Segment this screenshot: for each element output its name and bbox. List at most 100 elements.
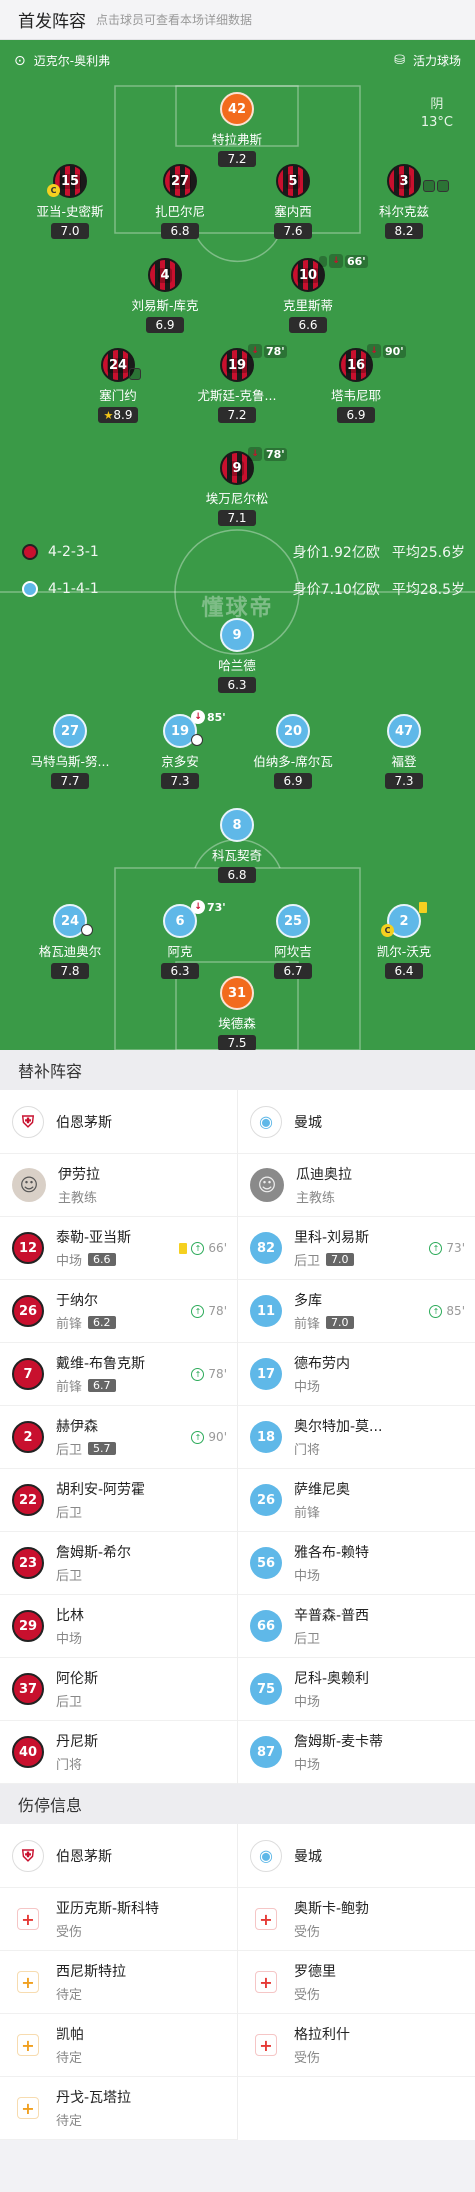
injury-row[interactable]: + 凯帕 待定 xyxy=(0,2014,237,2077)
sub-row[interactable]: 23 詹姆斯-希尔 后卫 xyxy=(0,1532,237,1595)
sub-row[interactable]: 87 詹姆斯-麦卡蒂 中场 xyxy=(238,1721,475,1784)
sub-name: 詹姆斯-麦卡蒂 xyxy=(294,1734,384,1750)
shirt-icon: 56 xyxy=(250,1547,282,1579)
shirt-icon: 42 xyxy=(220,92,254,126)
injury-row[interactable]: + 格拉利什 受伤 xyxy=(238,2014,475,2077)
team-header-away[interactable]: ◉ 曼城 xyxy=(238,1090,475,1154)
injury-status: 受伤 xyxy=(294,1988,321,2003)
player-away[interactable]: 24 格瓦迪奥尔 7.8 xyxy=(10,904,130,979)
injury-row[interactable]: + 罗德里 受伤 xyxy=(238,1951,475,2014)
team-name: 伯恩茅斯 xyxy=(56,1848,112,1865)
sub-row[interactable]: 26 于纳尔 前锋 6.2 ↑ 78' xyxy=(0,1280,237,1343)
sub-row[interactable]: 40 丹尼斯 门将 xyxy=(0,1721,237,1784)
sub-position: 前锋 xyxy=(56,1317,83,1332)
player-name: 刘易斯-库克 xyxy=(131,298,199,313)
player-home[interactable]: 24 塞门约 ★8.9 xyxy=(58,348,178,423)
coach-row[interactable]: ☺ 瓜迪奥拉 主教练 xyxy=(238,1154,475,1217)
injury-row[interactable]: + 亚历克斯-斯科特 受伤 xyxy=(0,1888,237,1951)
player-name: 格瓦迪奥尔 xyxy=(38,944,102,959)
shirt-icon: 17 xyxy=(250,1358,282,1390)
player-home[interactable]: 9 ↓ 78' 埃万尼尔松 7.1 xyxy=(177,447,297,526)
referee-name: 迈克尔-奥利弗 xyxy=(33,54,111,68)
sub-row[interactable]: 29 比林 中场 xyxy=(0,1595,237,1658)
sub-time: 73' xyxy=(207,900,226,914)
sub-off-icon: ↓ xyxy=(329,254,343,268)
player-rating: 7.3 xyxy=(161,773,199,789)
player-away[interactable]: 2 C 凯尔-沃克 6.4 xyxy=(344,902,464,979)
injury-row[interactable]: + 西尼斯特拉 待定 xyxy=(0,1951,237,2014)
sub-time: 78' xyxy=(264,344,287,358)
player-home[interactable]: 3 科尔克兹 8.2 xyxy=(344,164,464,239)
sub-row[interactable]: 75 尼科-奥赖利 中场 xyxy=(238,1658,475,1721)
player-away[interactable]: 19 ↓ 85' 京多安 7.3 xyxy=(120,710,240,789)
sub-position: 中场 xyxy=(294,1380,321,1395)
player-home[interactable]: 4 刘易斯-库克 6.9 xyxy=(105,258,225,333)
sub-row[interactable]: 82 里科-刘易斯 后卫 7.0 ↑ 73' xyxy=(238,1217,475,1280)
sub-row[interactable]: 22 胡利安-阿劳霍 后卫 xyxy=(0,1469,237,1532)
player-away-gk[interactable]: 31 埃德森 7.5 xyxy=(177,976,297,1050)
team-header-home[interactable]: ⛨ 伯恩茅斯 xyxy=(0,1090,237,1154)
sub-row[interactable]: 66 辛普森-普西 后卫 xyxy=(238,1595,475,1658)
player-home[interactable]: 10 ↓ 66' 克里斯蒂 6.6 xyxy=(248,254,368,333)
sub-row[interactable]: 2 赫伊森 后卫 5.7 ↑ 90' xyxy=(0,1406,237,1469)
sub-row[interactable]: 11 多库 前锋 7.0 ↑ 85' xyxy=(238,1280,475,1343)
injury-status: 待定 xyxy=(56,2051,83,2066)
player-away[interactable]: 20 伯纳多-席尔瓦 6.9 xyxy=(233,714,353,789)
team-header-away[interactable]: ◉ 曼城 xyxy=(238,1824,475,1888)
player-away[interactable]: 9 哈兰德 6.3 xyxy=(177,618,297,693)
sub-time: 73' xyxy=(446,1241,465,1255)
sub-row[interactable]: 18 奥尔特加-莫... 门将 xyxy=(238,1406,475,1469)
shirt-icon: 4 xyxy=(148,258,182,292)
player-away[interactable]: 6 ↓ 73' 阿克 6.3 xyxy=(120,900,240,979)
player-home[interactable]: 19 ↓ 78' 尤斯廷-克鲁... 7.2 xyxy=(177,344,297,423)
sub-row[interactable]: 12 泰勒-亚当斯 中场 6.6 ↑ 66' xyxy=(0,1217,237,1280)
sub-row[interactable]: 26 萨维尼奥 前锋 xyxy=(238,1469,475,1532)
sub-row[interactable]: 37 阿伦斯 后卫 xyxy=(0,1658,237,1721)
player-home[interactable]: 16 ↓ 90' 塔韦尼耶 6.9 xyxy=(296,344,416,423)
injury-status: 受伤 xyxy=(56,1925,83,1940)
player-name: 特拉弗斯 xyxy=(211,132,262,147)
sub-row[interactable]: 17 德布劳内 中场 xyxy=(238,1343,475,1406)
home-team-summary: 4-2-3-1 身价1.92亿欧 平均25.6岁 xyxy=(22,542,465,562)
stadium-icon: ⛁ xyxy=(394,53,405,68)
player-away[interactable]: 25 阿坎吉 6.7 xyxy=(233,904,353,979)
shirt-icon: 37 xyxy=(12,1673,44,1705)
shirt-icon: 18 xyxy=(250,1421,282,1453)
coach-row[interactable]: ☺ 伊劳拉 主教练 xyxy=(0,1154,237,1217)
team-header-home[interactable]: ⛨ 伯恩茅斯 xyxy=(0,1824,237,1888)
sub-on-icon: ↑ xyxy=(429,1304,443,1318)
sub-time: 85' xyxy=(446,1304,465,1318)
player-home[interactable]: 5 塞内西 7.6 xyxy=(233,164,353,239)
injury-away-column: ◉ 曼城 + 奥斯卡-鲍勃 受伤 + 罗德里 受伤 + 格拉利什 受伤 xyxy=(237,1824,475,2140)
player-name: 福登 xyxy=(391,754,417,769)
player-away[interactable]: 8 科瓦契奇 6.8 xyxy=(177,808,297,883)
player-away[interactable]: 27 马特乌斯-努... 7.7 xyxy=(10,714,130,789)
player-rating: 7.3 xyxy=(385,773,423,789)
sub-row[interactable]: 56 雅各布-赖特 中场 xyxy=(238,1532,475,1595)
player-rating: 7.6 xyxy=(274,223,312,239)
bournemouth-logo-icon: ⛨ xyxy=(12,1839,44,1872)
sub-name: 辛普森-普西 xyxy=(294,1608,370,1624)
injured-name: 罗德里 xyxy=(294,1964,336,1980)
injury-section-title: 伤停信息 xyxy=(0,1784,475,1824)
player-away[interactable]: 47 福登 7.3 xyxy=(344,714,464,789)
player-name: 塔韦尼耶 xyxy=(330,388,381,403)
player-name: 科尔克兹 xyxy=(378,204,429,219)
sub-position: 后卫 xyxy=(294,1632,321,1647)
player-name: 塞内西 xyxy=(274,204,312,219)
bournemouth-logo-icon: ⛨ xyxy=(12,1105,44,1138)
sub-position: 前锋 xyxy=(56,1380,83,1395)
player-home[interactable]: 27 扎巴尔尼 6.8 xyxy=(120,164,240,239)
player-home-gk[interactable]: 42 特拉弗斯 7.2 xyxy=(177,92,297,167)
sub-row[interactable]: 7 戴维-布鲁克斯 前锋 6.7 ↑ 78' xyxy=(0,1343,237,1406)
player-name: 尤斯廷-克鲁... xyxy=(197,388,277,403)
injury-row[interactable]: + 丹戈-瓦塔拉 待定 xyxy=(0,2077,237,2140)
injury-row[interactable]: + 奥斯卡-鲍勃 受伤 xyxy=(238,1888,475,1951)
temperature: 13°C xyxy=(420,115,453,130)
injury-status: 受伤 xyxy=(294,2051,321,2066)
coach-name: 伊劳拉 xyxy=(58,1167,100,1183)
player-home[interactable]: 15 C 亚当-史密斯 7.0 xyxy=(10,164,130,239)
sub-time: 90' xyxy=(383,344,406,358)
player-name: 京多安 xyxy=(161,754,199,769)
page-title: 首发阵容 xyxy=(18,12,86,32)
